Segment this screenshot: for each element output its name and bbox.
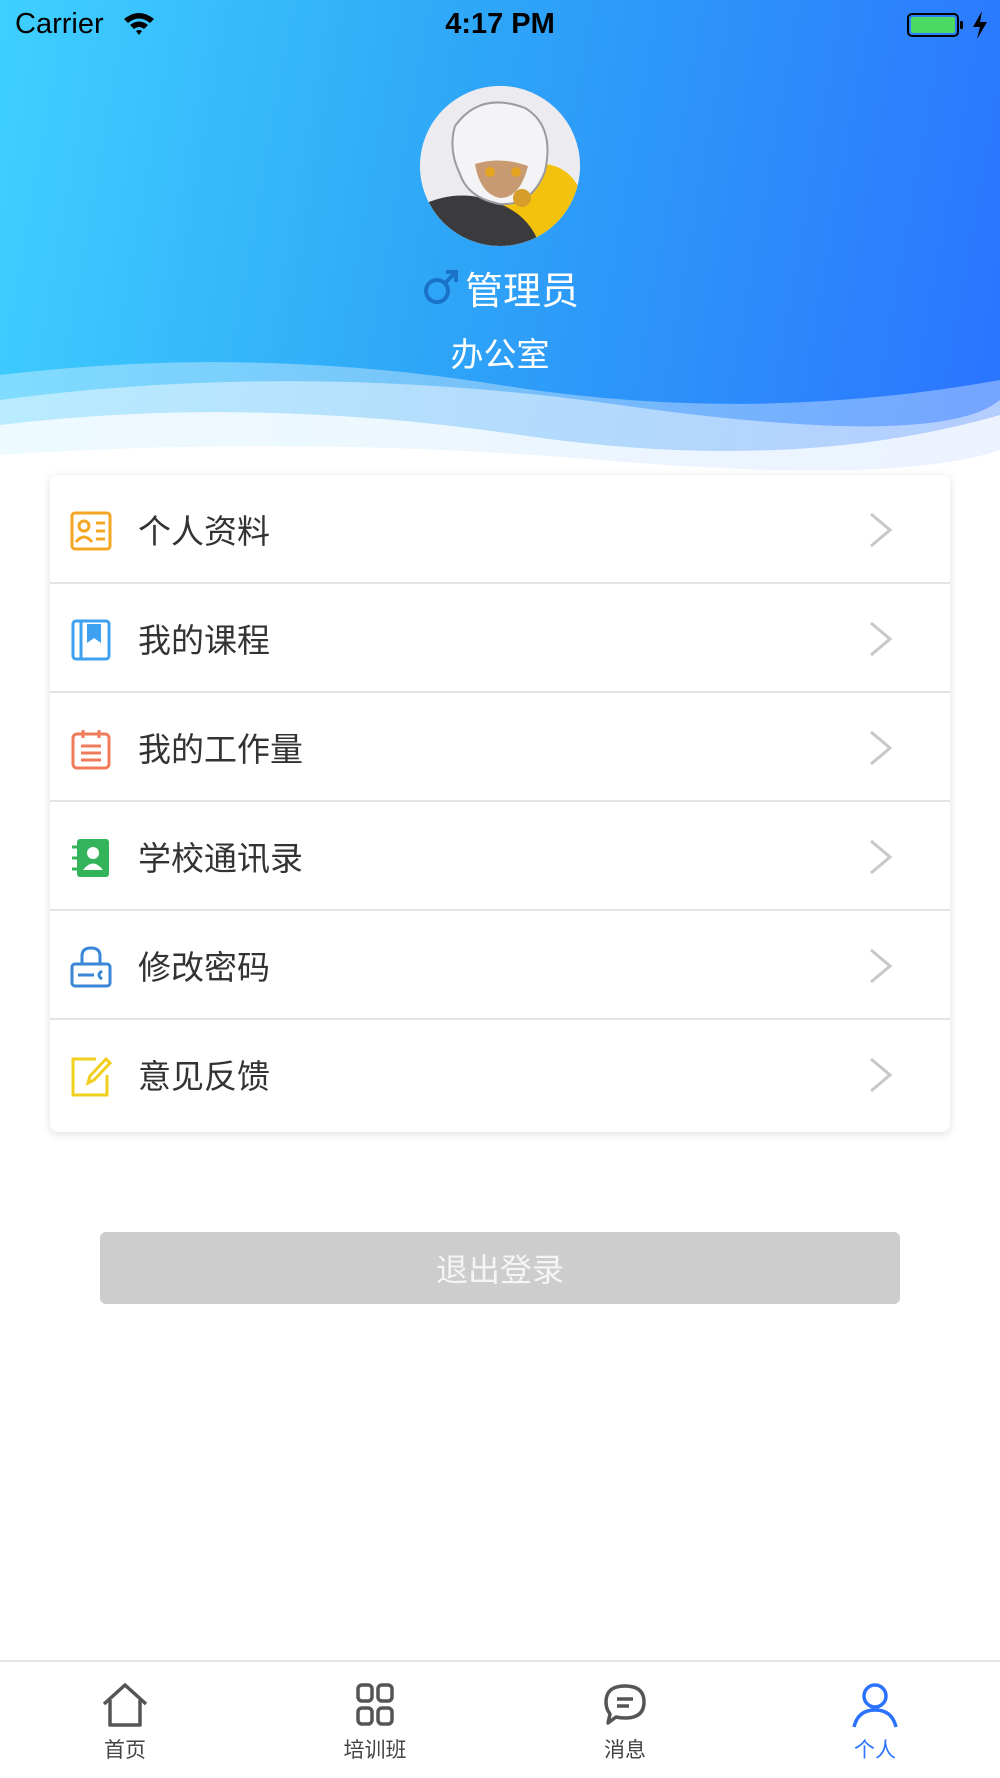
tab-messages[interactable]: 消息	[500, 1662, 750, 1778]
menu-item-label: 学校通讯录	[138, 839, 303, 878]
chevron-right-icon	[870, 948, 893, 984]
menu-item-label: 我的工作量	[138, 730, 303, 769]
profile-card-icon	[70, 511, 112, 551]
chevron-right-icon	[870, 730, 893, 766]
male-symbol-icon	[423, 270, 458, 304]
message-icon	[604, 1684, 646, 1725]
menu-item-label: 意见反馈	[138, 1057, 270, 1096]
book-icon	[71, 619, 111, 661]
chevron-right-icon	[870, 621, 893, 657]
menu-item-workload[interactable]: 我的工作量	[50, 693, 950, 802]
tab-training[interactable]: 培训班	[250, 1662, 500, 1778]
edit-icon	[71, 1056, 112, 1097]
profile-name-row: 管理员	[0, 262, 1000, 313]
charging-bolt-icon	[973, 11, 987, 39]
avatar-image	[420, 86, 580, 246]
contacts-icon	[72, 839, 109, 877]
logout-button[interactable]: 退出登录	[100, 1232, 900, 1304]
wave-decoration	[0, 362, 1000, 480]
menu-card: 个人资料 我的课程 我的工作量 学校通讯录 修改密码 意见反馈	[50, 475, 950, 1132]
tab-label: 个人	[854, 1738, 896, 1762]
menu-item-courses[interactable]: 我的课程	[50, 584, 950, 693]
menu-item-profile[interactable]: 个人资料	[50, 475, 950, 584]
battery-icon	[907, 13, 963, 37]
person-icon	[852, 1683, 898, 1728]
chevron-right-icon	[870, 512, 893, 548]
menu-item-label: 个人资料	[138, 512, 270, 551]
status-time: 4:17 PM	[445, 8, 555, 40]
menu-item-label: 我的课程	[138, 621, 270, 660]
profile-header: Carrier 4:17 PM 管理员 办公室	[0, 0, 1000, 480]
profile-name: 管理员	[464, 268, 579, 313]
tab-label: 培训班	[343, 1738, 407, 1762]
lock-icon	[70, 946, 112, 988]
chevron-right-icon	[870, 1057, 893, 1093]
chevron-right-icon	[870, 839, 893, 875]
tab-home[interactable]: 首页	[0, 1662, 250, 1778]
menu-item-feedback[interactable]: 意见反馈	[50, 1020, 950, 1129]
calendar-list-icon	[71, 730, 111, 770]
status-bar: Carrier 4:17 PM	[0, 0, 1000, 50]
tab-label: 消息	[604, 1738, 646, 1762]
menu-item-label: 修改密码	[138, 948, 270, 987]
home-icon	[102, 1683, 148, 1727]
menu-item-change-password[interactable]: 修改密码	[50, 911, 950, 1020]
grid-icon	[356, 1683, 394, 1726]
tab-personal[interactable]: 个人	[750, 1662, 1000, 1778]
tab-label: 首页	[104, 1738, 146, 1762]
menu-item-contacts[interactable]: 学校通讯录	[50, 802, 950, 911]
avatar[interactable]	[420, 86, 580, 246]
tab-bar: 首页 培训班 消息 个人	[0, 1660, 1000, 1778]
